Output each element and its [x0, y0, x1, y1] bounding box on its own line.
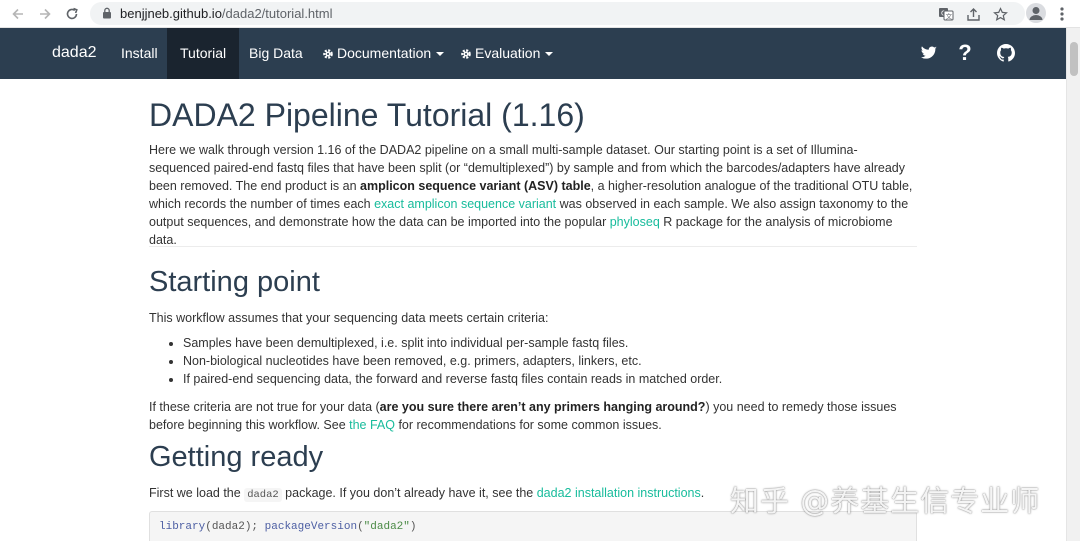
- github-icon[interactable]: [996, 42, 1016, 64]
- ready-text-2: package. If you don’t already have it, s…: [281, 486, 537, 500]
- browser-toolbar: benjjneb.github.io/dada2/tutorial.html G…: [0, 0, 1080, 28]
- bookmark-star-icon[interactable]: [992, 6, 1008, 22]
- link-phyloseq[interactable]: phyloseq: [610, 215, 660, 229]
- code-line: library(dada2); packageVersion("dada2"): [159, 521, 417, 533]
- list-item: If paired-end sequencing data, the forwa…: [183, 370, 722, 388]
- nav-install[interactable]: Install: [121, 28, 158, 79]
- heading-getting-ready: Getting ready: [149, 441, 324, 473]
- gear-icon: [323, 49, 333, 59]
- starting-point-lead: This workflow assumes that your sequenci…: [149, 311, 549, 325]
- criteria-list: Samples have been demultiplexed, i.e. sp…: [167, 334, 722, 388]
- nav-documentation[interactable]: Documentation: [322, 28, 445, 79]
- intro-paragraph: Here we walk through version 1.16 of the…: [149, 141, 917, 249]
- address-bar[interactable]: benjjneb.github.io/dada2/tutorial.html G…: [90, 2, 1025, 25]
- getting-ready-paragraph: First we load the dada2 package. If you …: [149, 484, 704, 504]
- site-navbar: dada2 Install Tutorial Big Data Document…: [0, 28, 1066, 79]
- caret-down-icon: [545, 52, 554, 57]
- svg-text:文: 文: [946, 12, 953, 21]
- forward-button[interactable]: [35, 4, 55, 24]
- nav-tutorial[interactable]: Tutorial: [167, 28, 240, 79]
- note-text-3: for recommendations for some common issu…: [394, 418, 662, 432]
- link-installation-instructions[interactable]: dada2 installation instructions: [537, 486, 701, 500]
- watermark: 知乎 @养基生信专业师: [730, 484, 1041, 518]
- brand-link[interactable]: dada2: [52, 44, 97, 62]
- nav-evaluation[interactable]: Evaluation: [460, 28, 554, 79]
- share-icon[interactable]: [965, 6, 981, 22]
- code-string: "dada2": [363, 521, 410, 533]
- list-item: Samples have been demultiplexed, i.e. sp…: [183, 334, 722, 352]
- note-bold-primers: are you sure there aren’t any primers ha…: [379, 400, 706, 414]
- code-fn-library: library: [159, 521, 206, 533]
- code-paren-open: (: [357, 521, 364, 533]
- code-fn-packageversion: packageVersion: [264, 521, 358, 533]
- back-button[interactable]: [8, 4, 28, 24]
- scrollbar-thumb[interactable]: [1070, 42, 1078, 76]
- forward-arrow-icon: [40, 8, 51, 20]
- code-arg: (dada2);: [205, 521, 265, 533]
- link-exact-asv[interactable]: exact amplicon sequence variant: [374, 197, 556, 211]
- link-faq[interactable]: the FAQ: [349, 418, 395, 432]
- twitter-icon[interactable]: [920, 42, 938, 64]
- profile-avatar-icon[interactable]: [1026, 3, 1046, 23]
- url-path: /dada2/tutorial.html: [221, 6, 333, 21]
- nav-documentation-label: Documentation: [337, 45, 432, 61]
- caret-down-icon: [436, 52, 445, 57]
- intro-bold-asv: amplicon sequence variant (ASV) table: [360, 179, 591, 193]
- ready-text-1: First we load the: [149, 486, 245, 500]
- criteria-note-paragraph: If these criteria are not true for your …: [149, 398, 917, 434]
- lock-icon: [103, 7, 111, 19]
- url-host: benjjneb.github.io: [120, 6, 222, 21]
- url-text: benjjneb.github.io/dada2/tutorial.html: [120, 6, 333, 21]
- reload-icon: [66, 7, 78, 20]
- nav-big-data[interactable]: Big Data: [249, 28, 303, 79]
- page-title: DADA2 Pipeline Tutorial (1.16): [149, 97, 585, 133]
- code-paren-close: ): [409, 521, 417, 533]
- note-text-1: If these criteria are not true for your …: [149, 400, 380, 414]
- back-arrow-icon: [12, 8, 23, 20]
- inline-code-dada2: dada2: [244, 488, 282, 502]
- help-icon[interactable]: ?: [956, 40, 974, 65]
- translate-icon[interactable]: G文: [938, 6, 954, 22]
- reload-button[interactable]: [62, 4, 82, 24]
- gear-icon: [461, 49, 471, 59]
- browser-menu-icon[interactable]: [1054, 4, 1070, 24]
- nav-evaluation-label: Evaluation: [475, 45, 541, 61]
- section-divider: [149, 246, 917, 247]
- ready-text-3: .: [700, 486, 705, 500]
- page-scrollbar[interactable]: [1066, 28, 1080, 541]
- list-item: Non-biological nucleotides have been rem…: [183, 352, 722, 370]
- heading-starting-point: Starting point: [149, 266, 320, 298]
